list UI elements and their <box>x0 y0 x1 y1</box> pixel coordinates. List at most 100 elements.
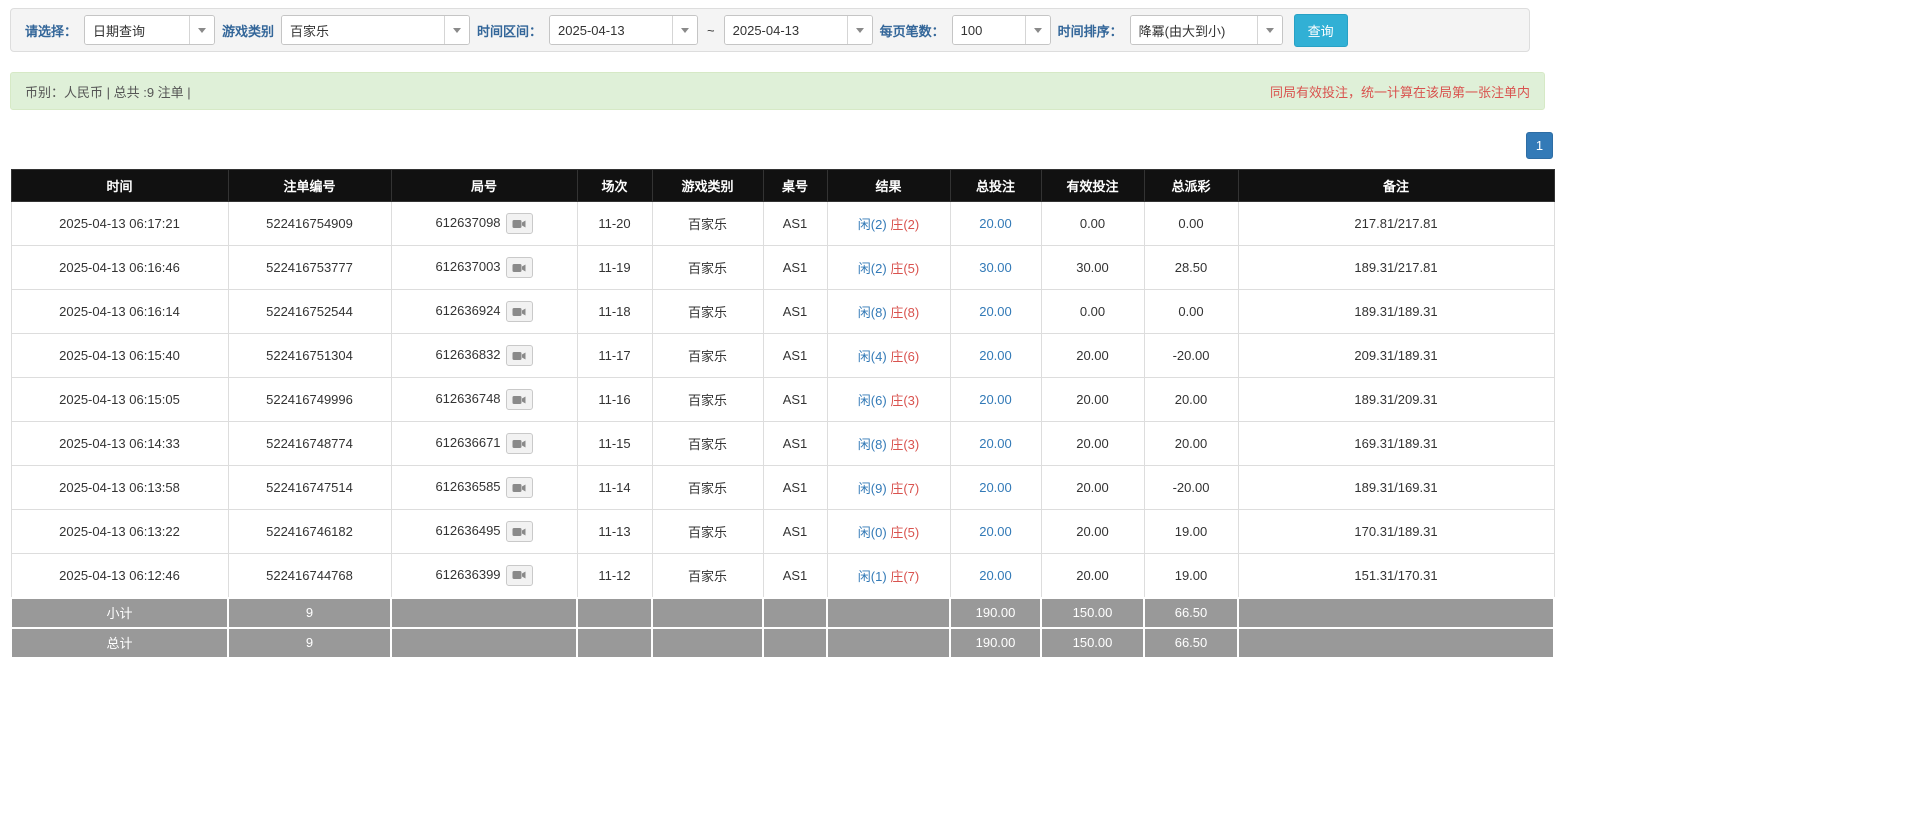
date-to-picker <box>724 15 873 45</box>
cell-result: 闲(4) 庄(6) <box>827 334 950 378</box>
replay-button[interactable] <box>506 301 533 322</box>
select-type-dropdown-button[interactable] <box>189 16 214 44</box>
cell-round-id: 612636924 <box>391 290 577 334</box>
cell-payout: 19.00 <box>1144 510 1238 554</box>
replay-button[interactable] <box>506 389 533 410</box>
cell-payout: 0.00 <box>1144 202 1238 246</box>
total-bet-link[interactable]: 20.00 <box>979 568 1012 583</box>
total-bet-link[interactable]: 20.00 <box>979 348 1012 363</box>
date-to-input[interactable] <box>725 16 847 44</box>
cell-table-no: AS1 <box>763 422 827 466</box>
cell-remark: 170.31/189.31 <box>1238 510 1554 554</box>
video-replay-icon <box>512 527 526 537</box>
replay-button[interactable] <box>506 213 533 234</box>
total-bet-link[interactable]: 20.00 <box>979 216 1012 231</box>
total-bet-link[interactable]: 20.00 <box>979 480 1012 495</box>
subtotal-label: 小计 <box>11 598 228 628</box>
select-type-input[interactable] <box>85 16 189 44</box>
table-header-row: 时间 注单编号 局号 场次 游戏类别 桌号 结果 总投注 有效投注 总派彩 备注 <box>11 170 1554 202</box>
per-page-dropdown-button[interactable] <box>1025 16 1050 44</box>
header-result: 结果 <box>827 170 950 202</box>
subtotal-payout: 66.50 <box>1144 598 1238 628</box>
cell-time: 2025-04-13 06:15:05 <box>11 378 228 422</box>
cell-session: 11-14 <box>577 466 652 510</box>
select-type-combobox <box>84 15 215 45</box>
select-type-label: 请选择： <box>25 21 77 40</box>
result-banker: 庄(8) <box>890 305 919 320</box>
cell-payout: 20.00 <box>1144 422 1238 466</box>
result-player: 闲(4) <box>858 349 887 364</box>
grand-total-valid-bet: 150.00 <box>1041 628 1144 658</box>
date-from-input[interactable] <box>550 16 672 44</box>
cell-table-no: AS1 <box>763 510 827 554</box>
cell-remark: 189.31/209.31 <box>1238 378 1554 422</box>
round-id-text: 612636399 <box>435 567 500 582</box>
total-bet-link[interactable]: 30.00 <box>979 260 1012 275</box>
time-sort-label: 时间排序： <box>1058 21 1123 40</box>
replay-button[interactable] <box>506 257 533 278</box>
per-page-input[interactable] <box>953 16 1025 44</box>
cell-remark: 189.31/189.31 <box>1238 290 1554 334</box>
cell-bet-id: 522416744768 <box>228 554 391 598</box>
grand-total-count: 9 <box>228 628 391 658</box>
cell-session: 11-18 <box>577 290 652 334</box>
total-bet-link[interactable]: 20.00 <box>979 304 1012 319</box>
cell-game: 百家乐 <box>652 510 763 554</box>
result-banker: 庄(5) <box>890 525 919 540</box>
round-id-text: 612636585 <box>435 479 500 494</box>
replay-button[interactable] <box>506 433 533 454</box>
valid-bet-notice-text: 同局有效投注，统一计算在该局第一张注单内 <box>1270 82 1530 101</box>
round-id-text: 612636671 <box>435 435 500 450</box>
replay-button[interactable] <box>506 565 533 586</box>
replay-button[interactable] <box>506 521 533 542</box>
filter-bar: 请选择： 游戏类别 时间区间： ~ 每页笔数： 时间排序： <box>10 8 1530 52</box>
total-bet-link[interactable]: 20.00 <box>979 524 1012 539</box>
video-replay-icon <box>512 351 526 361</box>
game-type-combobox <box>281 15 470 45</box>
total-bet-link[interactable]: 20.00 <box>979 436 1012 451</box>
header-total-bet: 总投注 <box>950 170 1041 202</box>
result-player: 闲(9) <box>858 481 887 496</box>
cell-game: 百家乐 <box>652 466 763 510</box>
video-replay-icon <box>512 439 526 449</box>
header-table-no: 桌号 <box>763 170 827 202</box>
replay-button[interactable] <box>506 477 533 498</box>
game-type-input[interactable] <box>282 16 444 44</box>
result-player: 闲(2) <box>858 217 887 232</box>
cell-round-id: 612636748 <box>391 378 577 422</box>
result-banker: 庄(3) <box>890 393 919 408</box>
replay-button[interactable] <box>506 345 533 366</box>
time-range-label: 时间区间： <box>477 21 542 40</box>
cell-time: 2025-04-13 06:13:22 <box>11 510 228 554</box>
cell-session: 11-15 <box>577 422 652 466</box>
game-type-dropdown-button[interactable] <box>444 16 469 44</box>
video-replay-icon <box>512 570 526 580</box>
cell-time: 2025-04-13 06:16:14 <box>11 290 228 334</box>
date-to-dropdown-button[interactable] <box>847 16 872 44</box>
cell-time: 2025-04-13 06:16:46 <box>11 246 228 290</box>
table-body: 2025-04-13 06:17:21 522416754909 6126370… <box>11 202 1554 598</box>
cell-bet-id: 522416754909 <box>228 202 391 246</box>
video-replay-icon <box>512 219 526 229</box>
cell-remark: 209.31/189.31 <box>1238 334 1554 378</box>
total-bet-link[interactable]: 20.00 <box>979 392 1012 407</box>
date-from-picker <box>549 15 698 45</box>
page-1-button[interactable]: 1 <box>1526 132 1553 159</box>
cell-session: 11-20 <box>577 202 652 246</box>
summary-bar: 币别：人民币 | 总共 :9 注单 | 同局有效投注，统一计算在该局第一张注单内 <box>10 72 1545 110</box>
cell-time: 2025-04-13 06:13:58 <box>11 466 228 510</box>
date-from-dropdown-button[interactable] <box>672 16 697 44</box>
per-page-label: 每页笔数： <box>880 21 945 40</box>
result-player: 闲(8) <box>858 437 887 452</box>
cell-payout: -20.00 <box>1144 334 1238 378</box>
round-id-text: 612636924 <box>435 303 500 318</box>
cell-total-bet: 20.00 <box>950 334 1041 378</box>
time-sort-input[interactable] <box>1131 16 1257 44</box>
cell-game: 百家乐 <box>652 202 763 246</box>
cell-total-bet: 20.00 <box>950 510 1041 554</box>
time-sort-dropdown-button[interactable] <box>1257 16 1282 44</box>
query-button[interactable]: 查询 <box>1294 14 1348 47</box>
per-page-combobox <box>952 15 1051 45</box>
header-game: 游戏类别 <box>652 170 763 202</box>
result-player: 闲(6) <box>858 393 887 408</box>
